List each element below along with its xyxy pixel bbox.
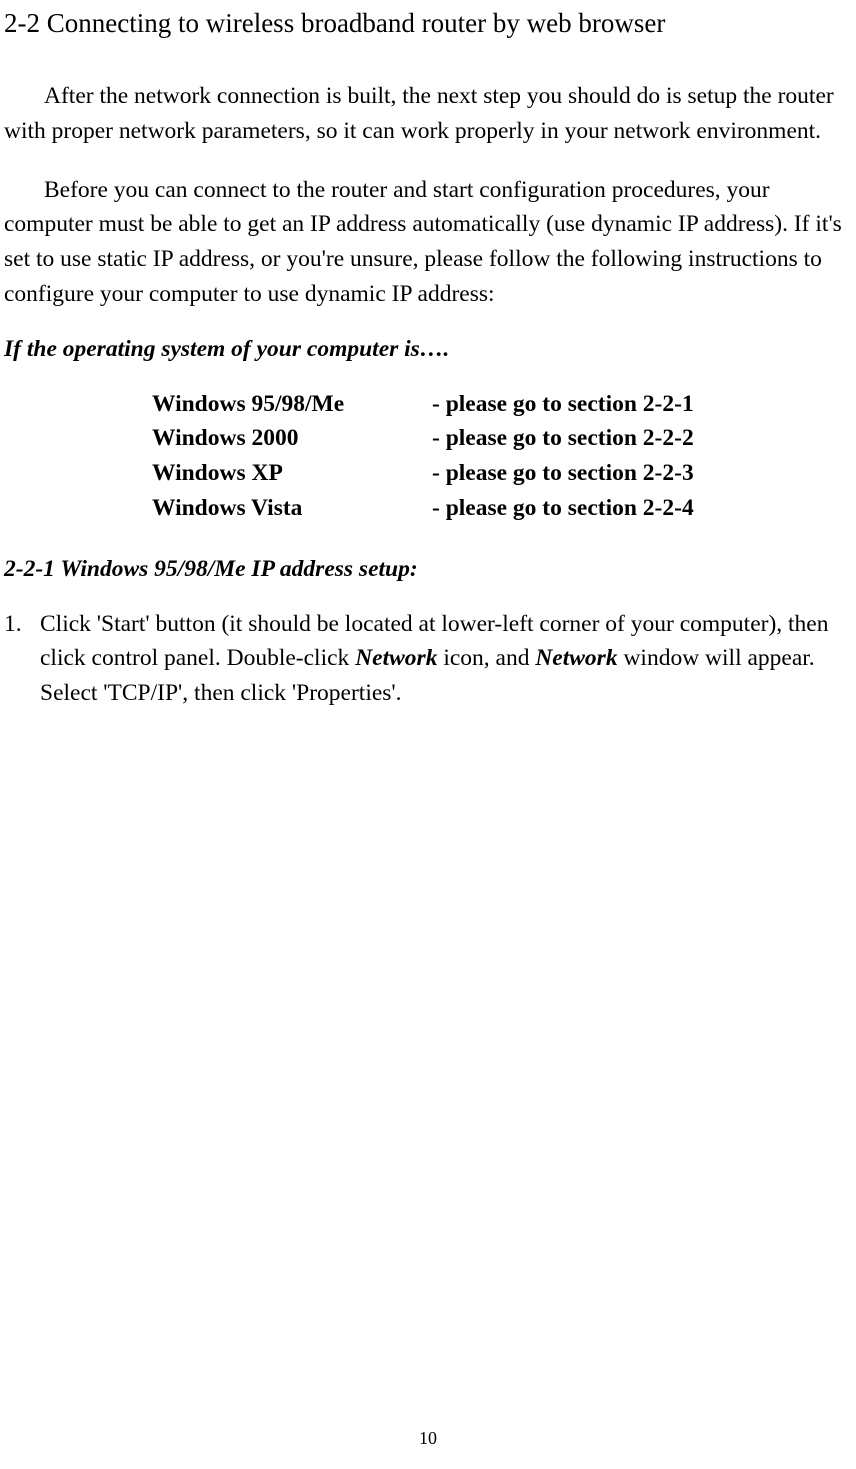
section-title: 2-2 Connecting to wireless broadband rou… (4, 8, 852, 39)
step-1: 1. Click 'Start' button (it should be lo… (4, 607, 852, 711)
os-table: Windows 95/98/Me - please go to section … (152, 387, 852, 526)
page-number: 10 (0, 1428, 856, 1449)
paragraph-2: Before you can connect to the router and… (4, 173, 852, 312)
step-content: Click 'Start' button (it should be locat… (40, 607, 852, 711)
os-name: Windows XP (152, 456, 432, 491)
os-row: Windows 95/98/Me - please go to section … (152, 387, 852, 422)
os-row: Windows 2000 - please go to section 2-2-… (152, 421, 852, 456)
os-row: Windows XP - please go to section 2-2-3 (152, 456, 852, 491)
os-section: - please go to section 2-2-2 (432, 421, 694, 456)
paragraph-1: After the network connection is built, t… (4, 79, 852, 149)
os-row: Windows Vista - please go to section 2-2… (152, 491, 852, 526)
network-keyword: Network (355, 645, 437, 671)
os-section: - please go to section 2-2-1 (432, 387, 694, 422)
os-name: Windows 2000 (152, 421, 432, 456)
os-intro: If the operating system of your computer… (4, 336, 852, 363)
os-section: - please go to section 2-2-3 (432, 456, 694, 491)
step-number: 1. (4, 607, 40, 711)
subsection-title: 2-2-1 Windows 95/98/Me IP address setup: (4, 556, 852, 583)
os-name: Windows 95/98/Me (152, 387, 432, 422)
os-name: Windows Vista (152, 491, 432, 526)
os-section: - please go to section 2-2-4 (432, 491, 694, 526)
network-keyword: Network (535, 645, 617, 671)
step-text: icon, and (437, 645, 535, 671)
